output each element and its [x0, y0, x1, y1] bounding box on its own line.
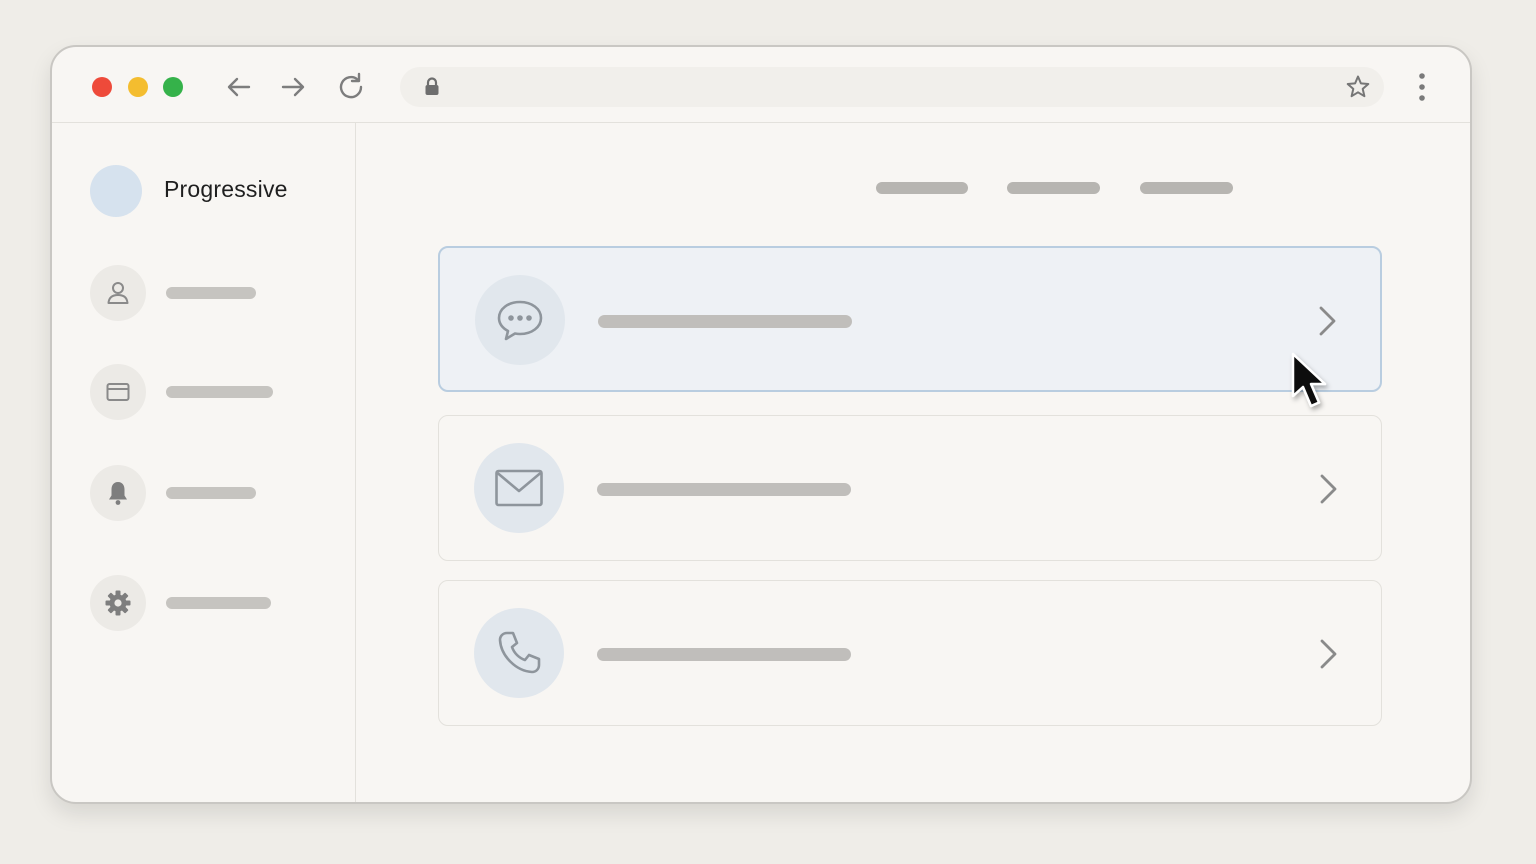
- sidebar-item-settings[interactable]: [90, 575, 330, 631]
- sidebar-item-notifications[interactable]: [90, 465, 330, 521]
- close-window-button[interactable]: [92, 77, 112, 97]
- option-label: [597, 483, 851, 496]
- browser-toolbar: [52, 47, 1470, 123]
- chevron-right-icon: [1319, 306, 1336, 336]
- user-icon: [90, 265, 146, 321]
- option-label: [597, 648, 851, 661]
- reload-icon: [339, 72, 363, 99]
- option-label: [598, 315, 852, 328]
- chat-bubble-icon: [475, 275, 565, 365]
- arrow-left-icon: [227, 77, 251, 97]
- top-nav-link[interactable]: [1140, 182, 1233, 194]
- sidebar-item-label: [166, 487, 256, 499]
- back-button[interactable]: [221, 69, 257, 105]
- sidebar-item-billing[interactable]: [90, 364, 330, 420]
- envelope-icon: [474, 443, 564, 533]
- browser-menu-button[interactable]: [1404, 69, 1440, 105]
- maximize-window-button[interactable]: [163, 77, 183, 97]
- bell-icon: [90, 465, 146, 521]
- card-icon: [90, 364, 146, 420]
- lock-icon: [425, 77, 439, 95]
- brand-avatar: [90, 165, 142, 217]
- option-card-chat[interactable]: [438, 246, 1382, 392]
- phone-icon: [474, 608, 564, 698]
- browser-window: Progressive: [50, 45, 1472, 804]
- top-nav-link[interactable]: [1007, 182, 1100, 194]
- sidebar: Progressive: [52, 123, 356, 802]
- option-card-phone[interactable]: [438, 580, 1382, 726]
- reload-button[interactable]: [333, 69, 369, 105]
- address-bar[interactable]: [400, 67, 1384, 107]
- mouse-pointer-icon: [1291, 352, 1327, 408]
- arrow-right-icon: [281, 77, 305, 97]
- brand-name: Progressive: [164, 176, 288, 202]
- chevron-right-icon: [1320, 474, 1337, 504]
- sidebar-item-label: [166, 287, 256, 299]
- forward-button[interactable]: [275, 69, 311, 105]
- star-icon[interactable]: [1344, 73, 1372, 101]
- kebab-menu-icon: [1419, 73, 1425, 101]
- top-nav-link[interactable]: [876, 182, 968, 194]
- minimize-window-button[interactable]: [128, 77, 148, 97]
- chevron-right-icon: [1320, 639, 1337, 669]
- gear-icon: [90, 575, 146, 631]
- sidebar-item-label: [166, 597, 271, 609]
- sidebar-item-profile[interactable]: [90, 265, 330, 321]
- option-card-email[interactable]: [438, 415, 1382, 561]
- sidebar-item-label: [166, 386, 273, 398]
